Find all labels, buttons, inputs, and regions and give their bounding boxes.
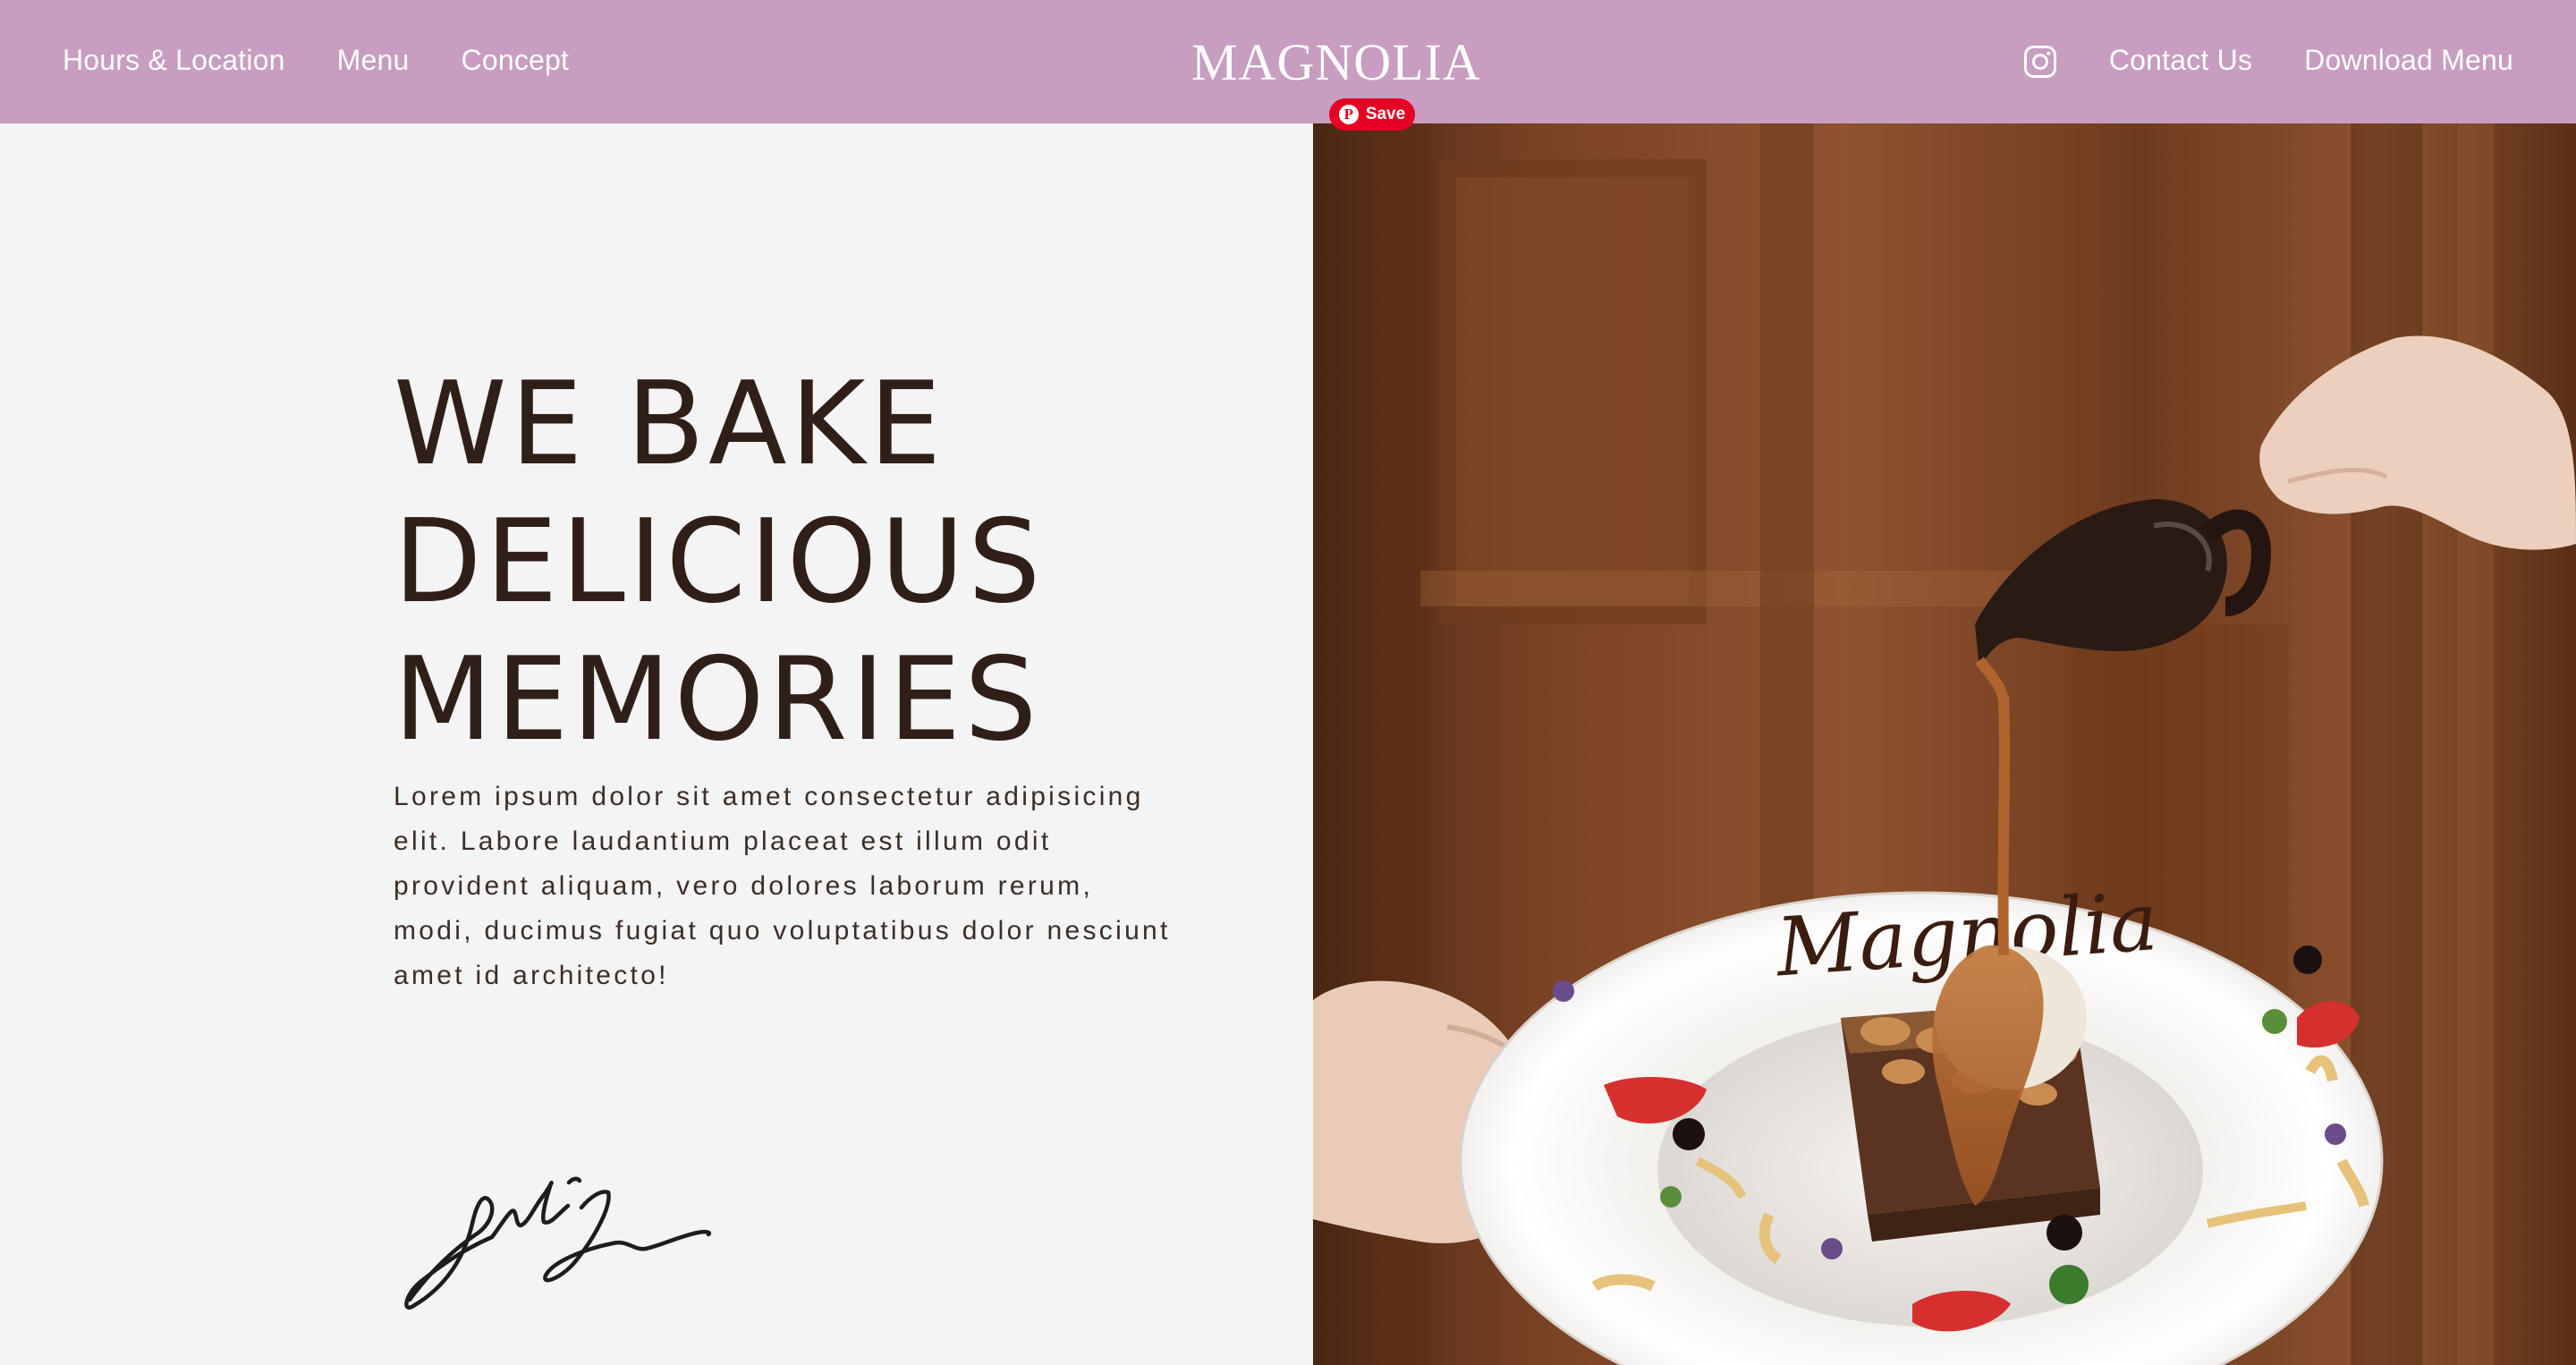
dessert-photo: Magnolia xyxy=(1313,123,2576,1365)
headline-line-2: DELICIOUS xyxy=(394,496,1045,629)
instagram-icon[interactable] xyxy=(2023,45,2057,79)
hero-dessert-image: Magnolia xyxy=(1313,123,2576,1365)
pinterest-icon: P xyxy=(1338,105,1359,124)
pinterest-save-label: Save xyxy=(1365,105,1406,123)
nav-concept[interactable]: Concept xyxy=(462,44,570,77)
nav-hours-location[interactable]: Hours & Location xyxy=(63,44,285,77)
nav-contact-us[interactable]: Contact Us xyxy=(2109,44,2252,77)
headline-line-1: WE BAKE xyxy=(394,358,945,491)
brand-logo[interactable]: MAGNOLIA xyxy=(1191,32,1481,92)
nav-right-links: Contact Us Download Menu xyxy=(2023,0,2513,120)
pinterest-save-button[interactable]: P Save xyxy=(1329,98,1415,131)
signature-icon xyxy=(404,1176,712,1310)
top-navbar: Hours & Location Menu Concept MAGNOLIA C… xyxy=(0,0,2576,123)
hero-description: Lorem ipsum dolor sit amet consectetur a… xyxy=(394,782,1171,990)
nav-download-menu[interactable]: Download Menu xyxy=(2304,44,2513,77)
nav-left-links: Hours & Location Menu Concept xyxy=(63,0,569,120)
nav-menu[interactable]: Menu xyxy=(337,44,410,77)
headline-line-3: MEMORIES xyxy=(394,633,1041,767)
hero-text-panel: WE BAKE DELICIOUS MEMORIES Lorem ipsum d… xyxy=(0,123,1313,1365)
hero-headline: WE BAKE DELICIOUS MEMORIES xyxy=(394,356,1044,769)
